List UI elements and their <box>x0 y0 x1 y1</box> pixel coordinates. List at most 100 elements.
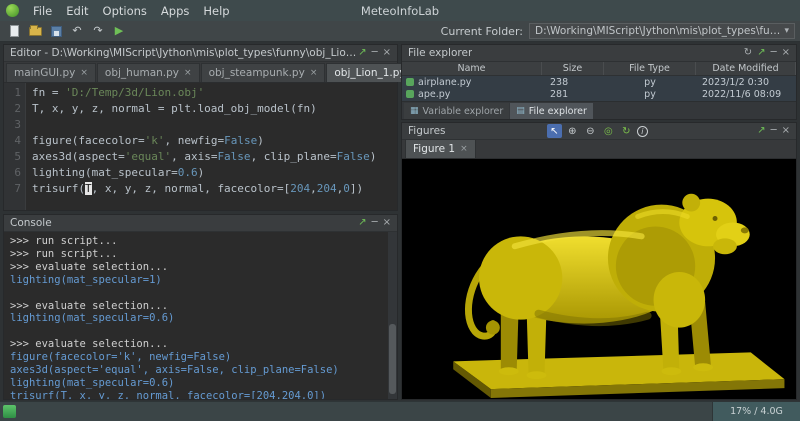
file-modified: 2022/11/6 08:09 <box>696 89 796 100</box>
float-icon[interactable]: ↗ <box>358 48 366 58</box>
file-row[interactable]: ape.py281py2022/11/6 08:09 <box>402 88 796 100</box>
float-icon[interactable]: ↗ <box>757 126 765 136</box>
line-number: 2 <box>4 101 21 117</box>
close-icon[interactable]: × <box>383 48 391 58</box>
console-scrollbar-thumb[interactable] <box>389 324 396 394</box>
float-icon[interactable]: ↗ <box>757 48 765 58</box>
code-segment: False <box>224 134 257 147</box>
file-size: 281 <box>542 89 604 100</box>
code-text[interactable]: fn = 'D:/Temp/3d/Lion.obj'T, x, y, z, no… <box>26 83 397 210</box>
console-panel-titlebar: Console ↗ ─ × <box>4 215 397 232</box>
code-segment: fn = <box>32 86 65 99</box>
redo-button[interactable]: ↷ <box>89 23 107 40</box>
py-file-icon <box>406 78 414 86</box>
identify-icon[interactable]: i <box>637 126 648 137</box>
close-icon[interactable]: × <box>782 48 790 58</box>
py-file-icon <box>406 90 414 98</box>
code-segment: trisurf( <box>32 182 85 195</box>
code-editor[interactable]: 1234567 fn = 'D:/Temp/3d/Lion.obj'T, x, … <box>4 83 397 210</box>
explorer-tab-variable-explorer[interactable]: ▦Variable explorer <box>404 103 509 119</box>
code-segment: , <box>310 182 317 195</box>
code-segment: figure(facecolor= <box>32 134 145 147</box>
code-line: fn = 'D:/Temp/3d/Lion.obj' <box>32 85 397 101</box>
explorer-bottom-tabs: ▦Variable explorer▤File explorer <box>402 101 796 119</box>
code-segment: ) <box>370 150 377 163</box>
line-number-gutter: 1234567 <box>4 83 26 210</box>
figures-panel-controls: ↗ ─ × <box>757 126 790 136</box>
console-scrollbar[interactable] <box>388 232 397 399</box>
minimize-icon[interactable]: ─ <box>771 48 777 58</box>
close-icon[interactable]: × <box>383 218 391 228</box>
code-line: trisurf(T, x, y, z, normal, facecolor=[2… <box>32 181 397 197</box>
code-line: T, x, y, z, normal = plt.load_obj_model(… <box>32 101 397 117</box>
memory-usage-indicator[interactable]: 17% / 4.0G <box>712 402 800 421</box>
figure-canvas[interactable] <box>402 159 796 399</box>
new-script-button[interactable] <box>5 23 23 40</box>
editor-tab-obj_steampunk.py[interactable]: obj_steampunk.py× <box>201 63 326 82</box>
combo-dropdown-icon[interactable]: ▾ <box>784 26 789 36</box>
float-icon[interactable]: ↗ <box>358 218 366 228</box>
file-explorer-controls: ↻ ↗ ─ × <box>744 48 790 58</box>
file-list-icon: ▤ <box>516 106 525 116</box>
console-line: >>> evaluate selection... <box>10 261 383 274</box>
menu-edit[interactable]: Edit <box>59 2 95 20</box>
menu-options[interactable]: Options <box>96 2 154 20</box>
figure-tab[interactable]: Figure 1 × <box>405 139 476 158</box>
close-icon[interactable]: × <box>782 126 790 136</box>
current-folder-combobox[interactable]: D:\Working\MIScript\Jython\mis\plot_type… <box>529 23 795 39</box>
column-header-size[interactable]: Size <box>542 62 604 75</box>
select-cursor-icon[interactable]: ↖ <box>547 124 562 138</box>
figures-titlebar: Figures ↖⊕⊖◎↻i ↗─× <box>402 123 796 140</box>
line-number: 7 <box>4 181 21 197</box>
code-segment: , clip_plane= <box>251 150 337 163</box>
minimize-icon[interactable]: ─ <box>771 126 777 136</box>
menu-apps[interactable]: Apps <box>154 2 196 20</box>
main-toolbar: ↶↷▶ Current Folder: D:\Working\MIScript\… <box>0 21 800 42</box>
editor-tab-label: mainGUI.py <box>14 67 75 79</box>
save-button[interactable] <box>47 23 65 40</box>
editor-panel-titlebar: Editor - D:\Working\MIScript\Jython\mis\… <box>4 45 397 62</box>
explorer-tab-file-explorer[interactable]: ▤File explorer <box>510 103 593 119</box>
menu-file[interactable]: File <box>26 2 59 20</box>
zoom-in-icon[interactable]: ⊕ <box>565 124 580 138</box>
minimize-icon[interactable]: ─ <box>372 48 378 58</box>
file-modified: 2023/1/2 0:30 <box>696 77 796 88</box>
current-folder-group: Current Folder: D:\Working\MIScript\Jyth… <box>441 23 795 39</box>
console-panel-title: Console <box>10 217 52 229</box>
file-row[interactable]: airplane.py238py2023/1/2 0:30 <box>402 76 796 88</box>
file-type: py <box>604 89 696 100</box>
code-segment: False <box>217 150 250 163</box>
refresh-icon[interactable]: ↻ <box>744 48 752 58</box>
launcher-icon[interactable] <box>3 405 16 418</box>
console-output-area[interactable]: >>> run script...>>> run script...>>> ev… <box>4 232 397 399</box>
line-number: 6 <box>4 165 21 181</box>
run-script-button[interactable]: ▶ <box>110 23 128 40</box>
code-segment: , newfig= <box>164 134 224 147</box>
full-extent-icon[interactable]: ◎ <box>601 124 616 138</box>
editor-tab-obj_human.py[interactable]: obj_human.py× <box>97 63 200 82</box>
console-line: lighting(mat_specular=1) <box>10 274 383 287</box>
file-explorer-panel: File explorer ↻↗─× NameSizeFile TypeDate… <box>401 44 797 120</box>
menu-bar: MeteoInfoLab FileEditOptionsAppsHelp <box>0 0 800 21</box>
editor-tab-mainGUI.py[interactable]: mainGUI.py × <box>6 63 96 82</box>
column-header-name[interactable]: Name <box>402 62 542 75</box>
column-header-date-modified[interactable]: Date Modified <box>696 62 796 75</box>
tab-close-icon[interactable]: × <box>310 68 318 78</box>
code-segment: 204 <box>317 182 337 195</box>
figure-tab-close-icon[interactable]: × <box>460 144 468 154</box>
line-number: 1 <box>4 85 21 101</box>
undo-button[interactable]: ↶ <box>68 23 86 40</box>
code-segment: 0.6 <box>178 166 198 179</box>
zoom-out-icon[interactable]: ⊖ <box>583 124 598 138</box>
menu-items: FileEditOptionsAppsHelp <box>26 2 237 20</box>
rotate-icon[interactable]: ↻ <box>619 124 634 138</box>
tab-close-icon[interactable]: × <box>184 68 192 78</box>
current-folder-label: Current Folder: <box>441 25 523 38</box>
column-header-file-type[interactable]: File Type <box>604 62 696 75</box>
tab-close-icon[interactable]: × <box>80 68 88 78</box>
menu-help[interactable]: Help <box>196 2 236 20</box>
line-number: 4 <box>4 133 21 149</box>
console-line: figure(facecolor='k', newfig=False) <box>10 351 383 364</box>
open-file-button[interactable] <box>26 23 44 40</box>
minimize-icon[interactable]: ─ <box>372 218 378 228</box>
